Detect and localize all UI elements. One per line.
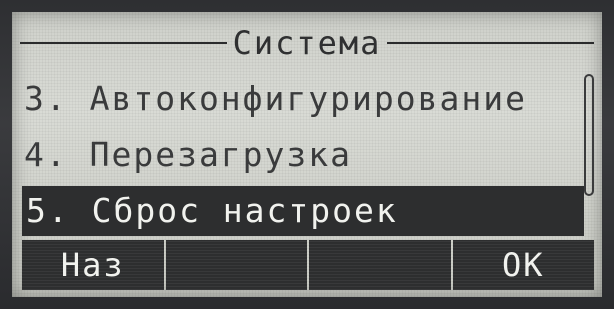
lcd-screen: Система 3. Автоконфигурирование 4. Перез… [12,12,602,297]
softkey-bar: Наз ОК [22,240,594,290]
scrollbar [584,74,594,196]
screen-header: Система [20,20,595,66]
softkey-2[interactable] [165,240,307,290]
menu-item-factory-reset[interactable]: 5. Сброс настроек [22,186,584,236]
softkey-3[interactable] [309,240,451,290]
header-rule-left [20,42,227,44]
menu-item-reboot[interactable]: 4. Перезагрузка [20,130,580,180]
menu-item-autoconfig[interactable]: 3. Автоконфигурирование [20,74,580,124]
softkey-back[interactable]: Наз [22,240,164,290]
header-rule-right [387,42,595,44]
screen-title: Система [232,24,382,62]
softkey-ok[interactable]: ОК [452,240,594,290]
